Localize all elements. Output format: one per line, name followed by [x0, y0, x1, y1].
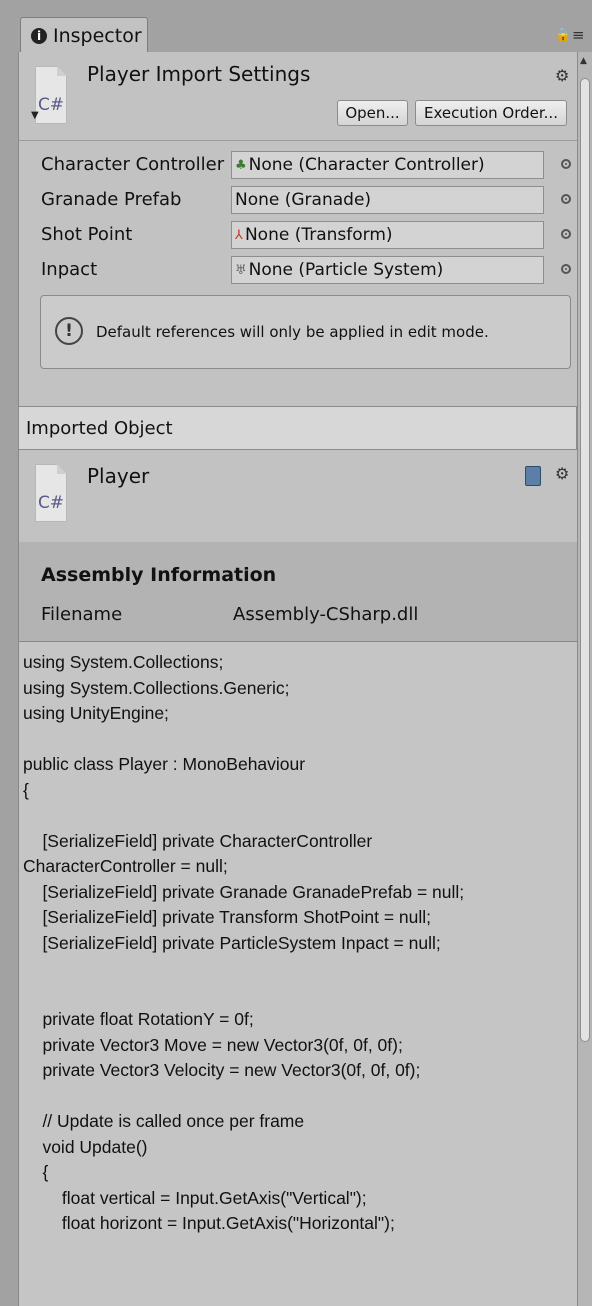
- property-row-character-controller: Character Controller ♣ None (Character C…: [41, 151, 571, 181]
- object-field-value: None (Granade): [235, 190, 372, 210]
- property-label: Inpact: [41, 259, 98, 280]
- tab-label: Inspector: [53, 24, 142, 47]
- property-label: Granade Prefab: [41, 189, 182, 210]
- assembly-information: Assembly Information Filename Assembly-C…: [18, 542, 577, 642]
- object-field-inpact[interactable]: ♅ None (Particle System): [231, 256, 544, 284]
- particle-system-icon: ♅: [235, 262, 247, 278]
- object-picker-icon[interactable]: [561, 194, 571, 204]
- imported-object-header: C# Player ⚙: [18, 450, 577, 542]
- filename-label: Filename: [41, 604, 123, 625]
- section-label: Imported Object: [26, 417, 173, 439]
- tab-menu-icon[interactable]: ≡: [572, 26, 585, 44]
- script-preview: using System.Collections; using System.C…: [18, 642, 577, 1306]
- help-message: Default references will only be applied …: [96, 323, 489, 341]
- assembly-title: Assembly Information: [41, 564, 277, 586]
- object-field-value: None (Character Controller): [248, 155, 485, 175]
- imported-object-bar: Imported Object: [18, 406, 577, 450]
- info-icon: i: [31, 27, 47, 44]
- execution-order-button[interactable]: Execution Order...: [415, 100, 567, 126]
- csharp-icon-text: C#: [37, 95, 65, 115]
- gear-icon[interactable]: ⚙: [555, 464, 569, 483]
- open-button[interactable]: Open...: [337, 100, 408, 126]
- character-controller-icon: ♣: [235, 157, 247, 173]
- tab-inspector[interactable]: i Inspector: [20, 17, 148, 53]
- property-row-granade-prefab: Granade Prefab None (Granade): [41, 186, 571, 216]
- dropdown-arrow-icon[interactable]: ▼: [31, 110, 39, 121]
- imported-object-title: Player: [87, 464, 150, 488]
- csharp-script-icon: C#: [35, 66, 67, 124]
- scrollbar-thumb[interactable]: [580, 78, 590, 1042]
- property-row-inpact: Inpact ♅ None (Particle System): [41, 256, 571, 286]
- object-field-value: None (Particle System): [248, 260, 444, 280]
- help-box: ! Default references will only be applie…: [40, 295, 571, 369]
- property-label: Character Controller: [41, 154, 225, 175]
- object-field-shot-point[interactable]: ⅄ None (Transform): [231, 221, 544, 249]
- lock-icon[interactable]: 🔒: [555, 28, 571, 43]
- csharp-icon-text: C#: [37, 493, 65, 513]
- csharp-script-icon: C#: [35, 464, 67, 522]
- transform-icon: ⅄: [235, 227, 243, 243]
- scroll-up-arrow-icon[interactable]: ▲: [580, 56, 587, 66]
- default-references-section: Character Controller ♣ None (Character C…: [18, 140, 577, 406]
- object-picker-icon[interactable]: [561, 264, 571, 274]
- script-source-code: using System.Collections; using System.C…: [23, 652, 465, 1233]
- property-row-shot-point: Shot Point ⅄ None (Transform): [41, 221, 571, 251]
- object-picker-icon[interactable]: [561, 229, 571, 239]
- object-field-character-controller[interactable]: ♣ None (Character Controller): [231, 151, 544, 179]
- script-book-icon[interactable]: [525, 466, 541, 486]
- page-title: Player Import Settings: [87, 62, 311, 86]
- property-label: Shot Point: [41, 224, 133, 245]
- vertical-scrollbar[interactable]: ▲: [577, 52, 592, 1306]
- object-field-granade-prefab[interactable]: None (Granade): [231, 186, 544, 214]
- import-settings-header: C# ▼ Player Import Settings ⚙ Open... Ex…: [18, 52, 577, 140]
- gear-icon[interactable]: ⚙: [555, 66, 569, 85]
- object-field-value: None (Transform): [244, 225, 393, 245]
- exclamation-icon: !: [55, 317, 83, 345]
- object-picker-icon[interactable]: [561, 159, 571, 169]
- window-tab-bar: i Inspector 🔒 ≡: [0, 0, 592, 53]
- filename-value: Assembly-CSharp.dll: [233, 604, 419, 625]
